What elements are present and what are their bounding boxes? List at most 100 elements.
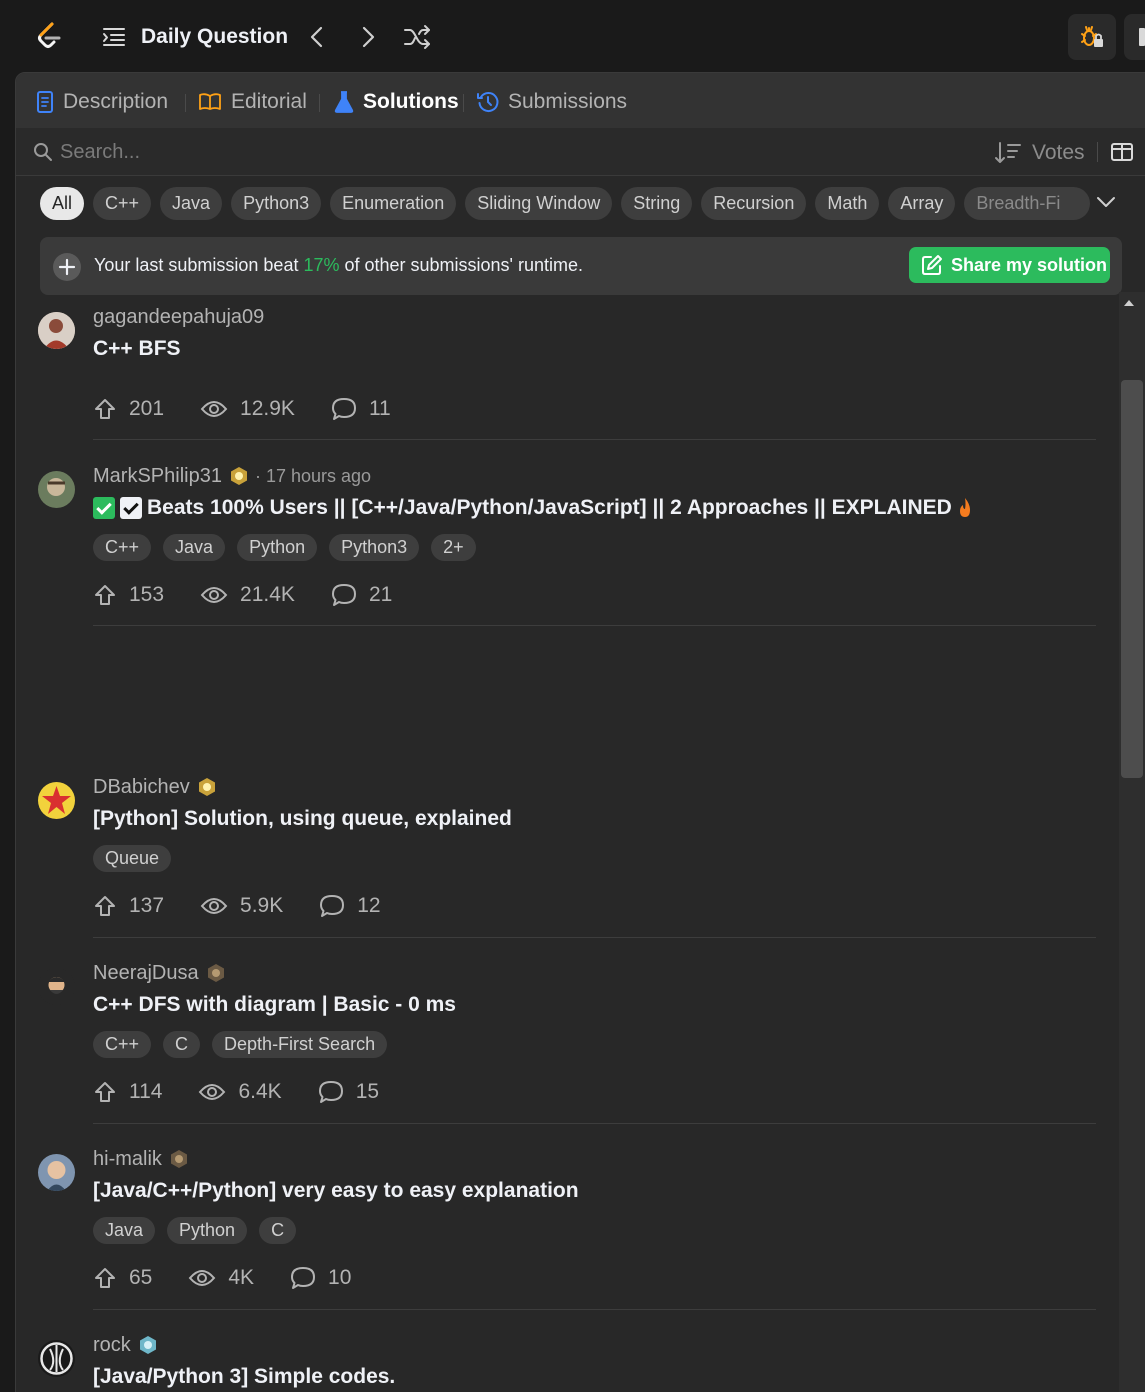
author-line: hi-malik <box>93 1146 189 1172</box>
chip-enumeration[interactable]: Enumeration <box>330 187 457 220</box>
tag[interactable]: C++ <box>93 534 152 561</box>
upvote-stat[interactable]: 153 <box>93 583 164 607</box>
scroll-up-arrow-icon[interactable] <box>1124 300 1134 306</box>
avatar[interactable] <box>38 782 75 819</box>
comments-stat[interactable]: 10 <box>290 1266 351 1290</box>
tag-more[interactable]: 2+ <box>431 534 476 561</box>
comments-stat[interactable]: 11 <box>331 397 391 421</box>
author-line: NeerajDusa <box>93 960 226 986</box>
scrollbar-thumb[interactable] <box>1121 380 1143 778</box>
green-check-icon <box>93 497 115 519</box>
author-name[interactable]: DBabichev <box>93 776 190 799</box>
tag[interactable]: C <box>259 1217 297 1244</box>
problem-list-icon[interactable] <box>102 26 126 48</box>
plus-circle-icon[interactable] <box>52 252 82 282</box>
vote-count: 153 <box>129 583 165 606</box>
chip-all[interactable]: All <box>40 187 85 220</box>
chip-cpp[interactable]: C++ <box>93 187 152 220</box>
tag[interactable]: Python <box>237 534 318 561</box>
avatar-image-icon <box>38 782 75 819</box>
solution-divider <box>93 937 1096 938</box>
upvote-stat[interactable]: 114 <box>93 1080 162 1104</box>
author-name[interactable]: hi-malik <box>93 1148 162 1171</box>
upvote-arrow-icon <box>95 1082 115 1102</box>
upvote-stat[interactable]: 137 <box>93 894 164 918</box>
avatar[interactable] <box>38 1340 75 1377</box>
search-input[interactable] <box>60 138 660 166</box>
sort-label: Votes <box>1032 141 1085 164</box>
chip-string[interactable]: String <box>621 187 693 220</box>
views-stat: 5.9K <box>200 894 283 918</box>
solution-title[interactable]: Beats 100% Users || [C++/Java/Python/Jav… <box>93 496 974 520</box>
tag-list: Java Python C <box>93 1217 308 1245</box>
solution-title[interactable]: [Python] Solution, using queue, explaine… <box>93 807 512 831</box>
tag[interactable]: Java <box>93 1217 156 1244</box>
post-time: · 17 hours ago <box>254 465 372 486</box>
upvote-stat[interactable]: 201 <box>93 397 164 421</box>
avatar[interactable] <box>38 1154 75 1191</box>
comments-stat[interactable]: 12 <box>319 894 381 918</box>
solution-title[interactable]: C++ BFS <box>93 337 181 361</box>
tag[interactable]: Python3 <box>329 534 420 561</box>
author-name[interactable]: MarkSPhilip31 <box>93 465 222 488</box>
solution-title[interactable]: [Java/Python 3] Simple codes. <box>93 1365 395 1389</box>
sort-votes-button[interactable]: Votes <box>994 139 1085 167</box>
beat-percent: 17% <box>303 255 340 275</box>
avatar-image-icon <box>38 1340 75 1377</box>
avatar[interactable] <box>38 312 75 349</box>
share-solution-button[interactable]: Share my solution <box>909 247 1110 283</box>
tab-description[interactable]: Description <box>36 88 168 116</box>
author-name[interactable]: rock <box>93 1334 131 1357</box>
tag[interactable]: Java <box>163 534 226 561</box>
avatar[interactable] <box>38 471 75 508</box>
top-bar: Daily Question <box>0 0 1145 72</box>
tab-editorial-label: Editorial <box>231 90 307 113</box>
tag[interactable]: Python <box>167 1217 248 1244</box>
history-icon <box>477 92 499 112</box>
tab-submissions[interactable]: Submissions <box>477 88 627 116</box>
tag[interactable]: C <box>163 1031 201 1058</box>
solution-stats: 114 6.4K 15 <box>93 1078 415 1106</box>
upvote-stat[interactable]: 65 <box>93 1266 152 1290</box>
comment-count: 11 <box>368 397 391 420</box>
document-icon <box>37 91 53 113</box>
tab-divider <box>185 94 186 112</box>
tab-editorial[interactable]: Editorial <box>198 88 307 116</box>
author-name[interactable]: gagandeepahuja09 <box>93 306 264 329</box>
upvote-arrow-icon <box>95 399 115 419</box>
chip-python3[interactable]: Python3 <box>231 187 322 220</box>
tab-solutions[interactable]: Solutions <box>334 88 459 116</box>
author-name[interactable]: NeerajDusa <box>93 962 199 985</box>
chip-math[interactable]: Math <box>815 187 880 220</box>
debugger-button[interactable] <box>1068 14 1116 60</box>
panel-toggle-button[interactable] <box>1124 14 1145 60</box>
chip-java[interactable]: Java <box>160 187 223 220</box>
tab-divider <box>319 94 320 112</box>
avatar[interactable] <box>38 968 75 1005</box>
chevron-down-icon[interactable] <box>1096 195 1116 209</box>
tag[interactable]: Depth-First Search <box>212 1031 388 1058</box>
tag[interactable]: Queue <box>93 845 172 872</box>
leetcode-logo-icon[interactable] <box>30 18 66 54</box>
chevron-right-icon[interactable] <box>356 24 380 50</box>
eye-icon <box>200 401 228 417</box>
layout-toggle-icon[interactable] <box>1110 142 1134 162</box>
eye-icon <box>189 1270 216 1286</box>
chevron-left-icon[interactable] <box>305 24 329 50</box>
chip-array[interactable]: Array <box>888 187 956 220</box>
comment-icon <box>331 398 356 420</box>
daily-question-title[interactable]: Daily Question <box>141 25 288 49</box>
flask-icon <box>334 91 354 113</box>
chip-recursion[interactable]: Recursion <box>701 187 807 220</box>
tab-solutions-label: Solutions <box>363 90 459 113</box>
solution-title[interactable]: [Java/C++/Python] very easy to easy expl… <box>93 1179 579 1203</box>
comments-stat[interactable]: 21 <box>331 583 392 607</box>
chip-breadth-first[interactable]: Breadth-Fi <box>964 187 1091 220</box>
solution-title[interactable]: C++ DFS with diagram | Basic - 0 ms <box>93 993 456 1017</box>
tag[interactable]: C++ <box>93 1031 152 1058</box>
shuffle-icon[interactable] <box>402 24 432 50</box>
comments-stat[interactable]: 15 <box>318 1080 379 1104</box>
eye-icon <box>200 898 228 914</box>
chip-sliding-window[interactable]: Sliding Window <box>465 187 613 220</box>
search-row: Votes <box>16 128 1145 176</box>
